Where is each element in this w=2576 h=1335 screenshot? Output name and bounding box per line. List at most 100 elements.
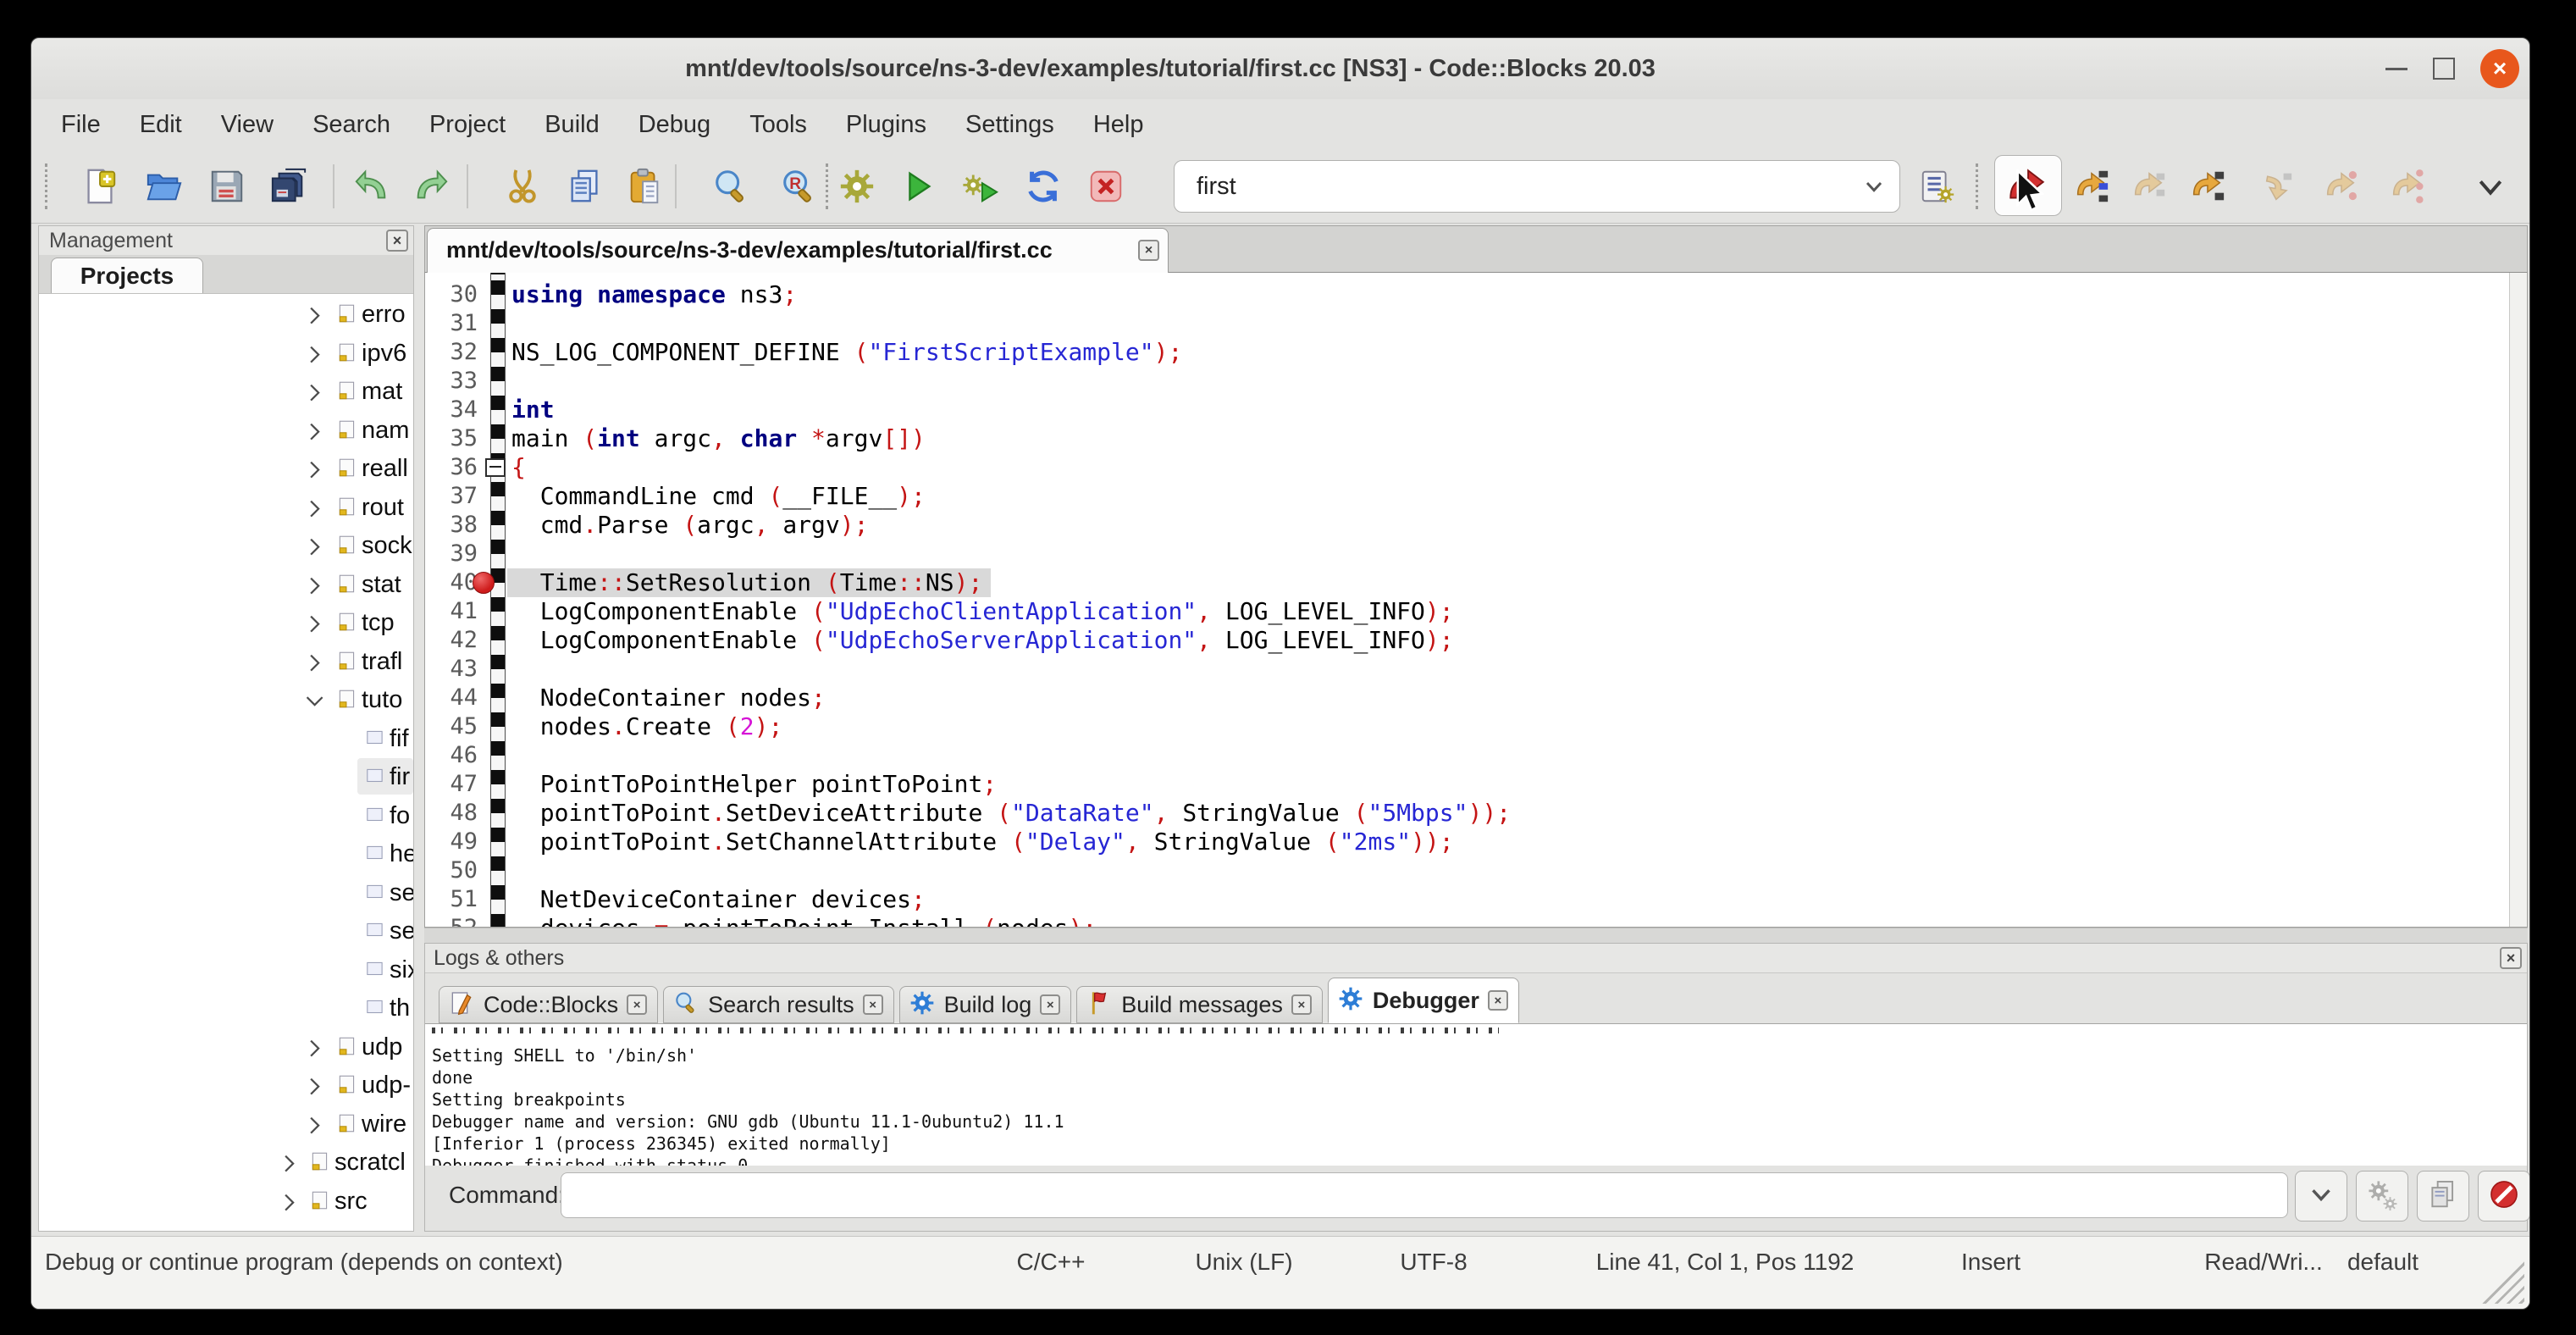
next-line-icon[interactable] bbox=[2071, 167, 2110, 206]
tree-item-he[interactable]: he bbox=[39, 835, 413, 873]
code-line-35[interactable]: 35main (int argc, char *argv[]) bbox=[425, 424, 2510, 453]
tree-item-se[interactable]: se bbox=[39, 874, 413, 912]
logs-close-icon[interactable]: × bbox=[2500, 947, 2522, 969]
code-line-49[interactable]: 49 pointToPoint.SetChannelAttribute ("De… bbox=[425, 828, 2510, 856]
menu-tools[interactable]: Tools bbox=[730, 99, 826, 150]
stop-debugger-button[interactable] bbox=[2478, 1171, 2530, 1221]
tab-close-icon[interactable]: × bbox=[863, 994, 883, 1015]
tree-item-sock[interactable]: sock bbox=[39, 527, 413, 565]
step-out-icon[interactable] bbox=[2256, 167, 2295, 206]
chevron-right-icon[interactable] bbox=[302, 1113, 325, 1136]
tree-item-nam[interactable]: nam bbox=[39, 412, 413, 450]
chevron-right-icon[interactable] bbox=[302, 419, 325, 442]
log-tab-code-blocks[interactable]: Code::Blocks× bbox=[439, 986, 658, 1023]
code-line-36[interactable]: 36{ bbox=[425, 453, 2510, 482]
tree-item-scratcl[interactable]: scratcl bbox=[39, 1144, 413, 1182]
code-line-31[interactable]: 31 bbox=[425, 309, 2510, 338]
tree-item-udp[interactable]: udp bbox=[39, 1028, 413, 1066]
command-history-dropdown[interactable] bbox=[2295, 1171, 2347, 1221]
breakpoint-marker[interactable] bbox=[473, 572, 495, 594]
open-file-icon[interactable] bbox=[145, 167, 184, 206]
build-icon[interactable] bbox=[837, 167, 876, 206]
chevron-right-icon[interactable] bbox=[302, 612, 325, 634]
tree-item-tcp[interactable]: tcp bbox=[39, 604, 413, 642]
new-file-icon[interactable] bbox=[80, 167, 119, 206]
code-line-45[interactable]: 45 nodes.Create (2); bbox=[425, 712, 2510, 741]
code-line-40[interactable]: 40 Time::SetResolution (Time::NS); bbox=[425, 568, 2510, 597]
tree-item-fif[interactable]: fif bbox=[39, 720, 413, 758]
close-icon[interactable]: × bbox=[2480, 49, 2519, 88]
save-file-icon[interactable] bbox=[207, 167, 246, 206]
code-line-39[interactable]: 39 bbox=[425, 540, 2510, 568]
code-line-38[interactable]: 38 cmd.Parse (argc, argv); bbox=[425, 511, 2510, 540]
menu-settings[interactable]: Settings bbox=[946, 99, 1074, 150]
tab-close-icon[interactable]: × bbox=[1488, 990, 1508, 1011]
chevron-down-icon[interactable] bbox=[302, 689, 325, 712]
debugger-tools-button[interactable] bbox=[2356, 1171, 2408, 1221]
chevron-right-icon[interactable] bbox=[302, 457, 325, 480]
menu-view[interactable]: View bbox=[202, 99, 293, 150]
tree-item-wire[interactable]: wire bbox=[39, 1105, 413, 1144]
undo-icon[interactable] bbox=[352, 167, 391, 206]
minimize-icon[interactable] bbox=[2385, 68, 2407, 70]
tab-close-icon[interactable]: × bbox=[1291, 994, 1312, 1015]
code-line-47[interactable]: 47 PointToPointHelper pointToPoint; bbox=[425, 770, 2510, 799]
log-tab-build-log[interactable]: Build log× bbox=[899, 986, 1072, 1023]
menu-help[interactable]: Help bbox=[1074, 99, 1164, 150]
chevron-right-icon[interactable] bbox=[302, 651, 325, 673]
code-line-30[interactable]: 30using namespace ns3; bbox=[425, 280, 2510, 309]
paste-icon[interactable] bbox=[625, 167, 664, 206]
tree-item-fo[interactable]: fo bbox=[39, 797, 413, 835]
save-all-files-icon[interactable] bbox=[269, 167, 308, 206]
chevron-down-icon[interactable] bbox=[1860, 173, 1888, 200]
menu-file[interactable]: File bbox=[41, 99, 120, 150]
tree-item-rout[interactable]: rout bbox=[39, 489, 413, 527]
step-into-instruction-icon[interactable] bbox=[2387, 167, 2426, 206]
editor-vertical-scrollbar[interactable] bbox=[2509, 273, 2527, 927]
tree-item-ipv6[interactable]: ipv6 bbox=[39, 335, 413, 373]
code-line-48[interactable]: 48 pointToPoint.SetDeviceAttribute ("Dat… bbox=[425, 799, 2510, 828]
next-instruction-icon[interactable] bbox=[2321, 167, 2360, 206]
code-line-42[interactable]: 42 LogComponentEnable ("UdpEchoServerApp… bbox=[425, 626, 2510, 655]
build-target-select[interactable]: first bbox=[1174, 160, 1900, 213]
code-line-33[interactable]: 33 bbox=[425, 367, 2510, 396]
tree-item-trafl[interactable]: trafl bbox=[39, 643, 413, 681]
tab-close-icon[interactable]: × bbox=[1040, 994, 1060, 1015]
cut-icon[interactable] bbox=[503, 167, 542, 206]
command-input[interactable] bbox=[561, 1172, 2288, 1218]
tree-item-erro[interactable]: erro bbox=[39, 296, 413, 334]
tab-close-icon[interactable]: × bbox=[627, 994, 647, 1015]
find-and-replace-icon[interactable]: R bbox=[779, 167, 818, 206]
rebuild-icon[interactable] bbox=[1024, 167, 1063, 206]
code-editor[interactable]: 30using namespace ns3;3132NS_LOG_COMPONE… bbox=[424, 273, 2528, 928]
copy-icon[interactable] bbox=[566, 167, 605, 206]
menu-edit[interactable]: Edit bbox=[120, 99, 202, 150]
log-tab-search-results[interactable]: Search results× bbox=[663, 986, 894, 1023]
log-tab-debugger[interactable]: Debugger× bbox=[1328, 978, 1519, 1023]
chevron-right-icon[interactable] bbox=[277, 1190, 300, 1213]
tree-item-six[interactable]: six bbox=[39, 951, 413, 989]
tree-item-tuto[interactable]: tuto bbox=[39, 681, 413, 719]
horizontal-splitter[interactable] bbox=[424, 928, 2528, 944]
code-line-52[interactable]: 52 devices = pointToPoint.Install (nodes… bbox=[425, 914, 2510, 928]
editor-tab-first-cc[interactable]: mnt/dev/tools/source/ns-3-dev/examples/t… bbox=[427, 228, 1169, 274]
debug-continue-button[interactable] bbox=[1994, 155, 2062, 216]
fold-minus-icon[interactable] bbox=[485, 458, 506, 477]
build-target-options-icon[interactable] bbox=[1918, 167, 1957, 206]
menu-build[interactable]: Build bbox=[525, 99, 619, 150]
run-icon[interactable] bbox=[898, 167, 937, 206]
chevron-right-icon[interactable] bbox=[277, 1151, 300, 1174]
tree-item-fir[interactable]: fir bbox=[39, 758, 413, 796]
menu-search[interactable]: Search bbox=[293, 99, 410, 150]
chevron-right-icon[interactable] bbox=[302, 496, 325, 519]
tree-item-udp[interactable]: udp- bbox=[39, 1066, 413, 1105]
tab-projects[interactable]: Projects bbox=[51, 258, 203, 294]
chevron-right-icon[interactable] bbox=[302, 535, 325, 557]
tree-item-th[interactable]: th bbox=[39, 989, 413, 1028]
code-line-46[interactable]: 46 bbox=[425, 741, 2510, 770]
chevron-right-icon[interactable] bbox=[302, 342, 325, 365]
copy-log-button[interactable] bbox=[2417, 1171, 2469, 1221]
toolbar-overflow-chevron-icon[interactable] bbox=[2474, 170, 2507, 204]
management-close-icon[interactable]: × bbox=[386, 230, 408, 252]
editor-tab-close-icon[interactable]: × bbox=[1138, 240, 1159, 261]
